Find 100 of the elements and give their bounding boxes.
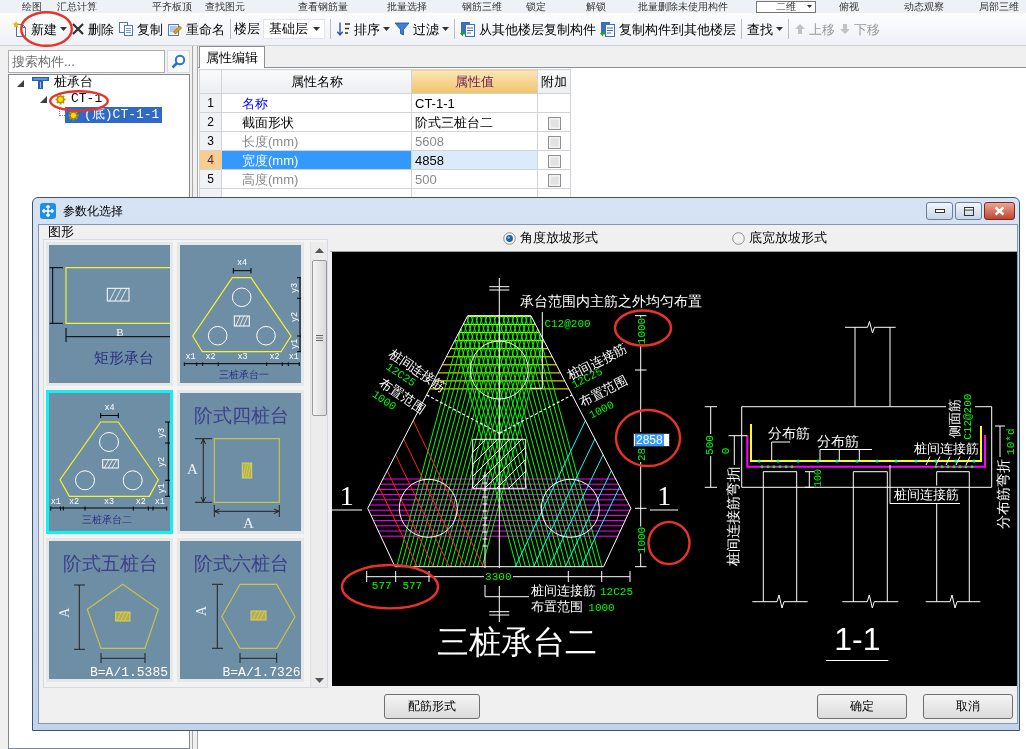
minimize-button[interactable] [926, 202, 953, 220]
rebar-spec: 12C25 [600, 585, 633, 598]
dimension-line [728, 435, 748, 469]
dimension-line [100, 412, 119, 419]
radio-option[interactable]: 底宽放坡形式 [732, 230, 827, 246]
rebar-dot [790, 465, 794, 469]
rebar-spec: 1000 [588, 602, 615, 614]
section-mark: 1 [657, 479, 672, 511]
rebar-dot [934, 465, 938, 469]
toolbar-button[interactable]: 从其他楼层复制构件 [458, 17, 598, 41]
up-arrow-icon[interactable] [314, 248, 324, 253]
column-header[interactable]: 属性值 [411, 69, 538, 94]
toolbar-button[interactable]: 排序 [334, 17, 392, 41]
toolbar-button[interactable]: 批量删除未使用构件 [638, 1, 728, 12]
toolbar-button[interactable]: 复制构件到其他楼层 [598, 17, 738, 41]
caret-icon [60, 27, 67, 31]
dialog-button[interactable]: 配筋形式 [384, 693, 480, 719]
rebar-dot [760, 465, 764, 469]
search-field[interactable]: 搜索构件... [8, 50, 165, 73]
scrollbar[interactable] [310, 242, 327, 687]
triangle-icon[interactable] [40, 95, 47, 103]
toolbar-button[interactable]: 查找 [745, 17, 785, 41]
toolbar-button[interactable]: 锁定 [526, 1, 546, 12]
toolbar-button[interactable]: 解锁 [586, 1, 606, 12]
dimension-text: 28 [635, 447, 648, 462]
radio-option[interactable]: 角度放坡形式 [503, 230, 598, 246]
rebar-dot [776, 459, 780, 463]
toolbar-button[interactable]: 动态观察 [904, 1, 944, 12]
scrollbar-thumb[interactable] [311, 260, 327, 416]
formula-text: B=A/1.5385 [90, 665, 168, 679]
floor-select[interactable]: 基础层 [263, 19, 325, 39]
toolbar-button[interactable]: 汇总计算 [57, 1, 97, 12]
checkbox[interactable] [547, 154, 561, 168]
dialog-button[interactable]: 确定 [817, 693, 907, 719]
pile-cap-icon [32, 76, 49, 90]
column-section [472, 438, 527, 489]
caret-icon [383, 27, 390, 31]
down-arrow-icon [839, 23, 851, 35]
tab[interactable]: 属性编辑 [199, 46, 265, 68]
checkbox[interactable] [547, 116, 561, 130]
view-select[interactable]: 二维 [756, 0, 816, 13]
dimension-label: x3 [237, 352, 248, 362]
triangle-icon[interactable] [17, 79, 24, 87]
rebar-dot [954, 459, 958, 463]
toolbar-button[interactable]: 新建 [10, 17, 69, 41]
toolbar-button[interactable]: 查看钢筋量 [298, 1, 348, 12]
toolbar-button[interactable]: 过滤 [392, 17, 451, 41]
dimension-label: y3 [157, 427, 167, 439]
rebar-dot [855, 459, 859, 463]
drawing-note: 桩间连接筋 [893, 486, 959, 502]
rebar-dot [757, 459, 761, 463]
toolbar-button[interactable]: 复制 [116, 17, 165, 41]
drawing-note: 分布筋 [817, 433, 860, 449]
pages-arrow-icon [460, 21, 476, 37]
property-name[interactable]: 名称 [221, 93, 412, 113]
property-name[interactable]: 截面形状 [221, 112, 412, 132]
shape-title: 阶式六桩台 [193, 552, 289, 574]
radio-icon[interactable] [732, 231, 745, 245]
toolbar-button[interactable]: 绘图 [22, 1, 42, 12]
property-value[interactable]: CT-1-1 [411, 93, 538, 113]
window-title: 参数化选择 [63, 203, 123, 219]
toolbar-button[interactable]: 批量选择 [387, 1, 427, 12]
move-arrows-icon [40, 203, 56, 219]
down-arrow-icon[interactable] [314, 678, 324, 683]
search-button[interactable] [167, 50, 190, 73]
toolbar-button[interactable]: 钢筋三维 [462, 1, 502, 12]
rebar-dot [894, 459, 898, 463]
radio-icon[interactable] [503, 231, 516, 245]
dimension-label: y1 [289, 338, 300, 350]
drawing-note: 桩间连接筋弯折 [725, 468, 741, 566]
rebar-dot [816, 459, 820, 463]
tree-item[interactable]: 桩承台 [29, 75, 96, 91]
maximize-button[interactable] [955, 202, 982, 220]
annotation-circle [647, 520, 691, 566]
dimension-label: A [242, 515, 254, 531]
toolbar-button[interactable]: 俯视 [839, 1, 859, 12]
toolbar-button[interactable]: 局部三维 [979, 1, 1019, 12]
dimension-label: x1 [50, 496, 61, 507]
section-mark: 1 [339, 479, 354, 511]
toolbar-button[interactable]: 删除 [69, 17, 116, 41]
dimension-label: x1 [288, 352, 299, 362]
close-button[interactable] [984, 202, 1015, 220]
column-header[interactable]: 附加 [537, 69, 571, 94]
dimension-text: 100 [812, 469, 824, 487]
rebar-dot [796, 459, 800, 463]
caret-icon [442, 27, 449, 31]
toolbar-button[interactable]: 平齐板顶 [152, 1, 192, 12]
toolbar-button[interactable]: 查找图元 [205, 1, 245, 12]
drawing-note: 桩间连接筋 [530, 582, 596, 598]
rebar-dot [934, 459, 938, 463]
rebar-spec: C12@200 [962, 393, 975, 440]
toolbar-button[interactable]: 重命名 [165, 17, 227, 41]
rebar-dot [952, 465, 956, 469]
dialog-button[interactable]: 取消 [923, 693, 1013, 719]
property-value[interactable]: 阶式三桩台二 [411, 112, 538, 132]
dimension-text: 500 [704, 435, 716, 455]
column-header[interactable]: 属性名称 [221, 69, 412, 94]
new-document-icon [12, 21, 28, 37]
leader-line [771, 441, 791, 462]
dimension-line [49, 267, 64, 324]
